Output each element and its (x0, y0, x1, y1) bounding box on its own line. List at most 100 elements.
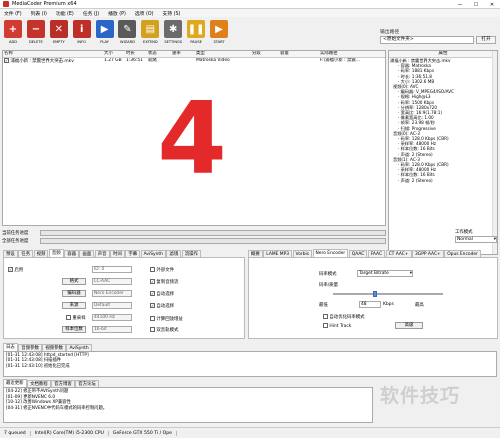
resample-checkbox[interactable]: 重采样 (66, 315, 86, 321)
encoder-tab[interactable]: 概要 (248, 250, 263, 257)
work-mode-select[interactable]: Normal ▾ (455, 236, 497, 243)
encoder-tab[interactable]: CT AAC+ (385, 250, 412, 257)
close-button[interactable]: ✕ (484, 0, 500, 9)
format-button[interactable]: 格式 (62, 278, 86, 285)
settings-tab[interactable]: 滤镜 (166, 250, 182, 257)
source-select[interactable]: Default (92, 302, 132, 309)
play-button[interactable]: ▶ PLAY (94, 18, 116, 48)
menu-play[interactable]: 播放 (P) (108, 10, 126, 17)
bitrate-value-input[interactable]: 48 (359, 301, 381, 308)
news-tab[interactable]: 文档教程 (27, 380, 51, 387)
sample-bits-select[interactable]: 16-bit (92, 326, 132, 333)
source-button[interactable]: 来源 (62, 302, 86, 309)
open-folder-button[interactable]: 打开 (476, 36, 496, 44)
encoder-tab[interactable]: Nero Encoder (312, 249, 349, 257)
output-path-label: 输出路径 (380, 30, 400, 35)
bitrate-slider[interactable] (333, 291, 443, 297)
audio-track-select[interactable]: ID: 0 (92, 266, 132, 273)
resample-select[interactable]: 44100 Hz (92, 314, 132, 321)
start-label: START (213, 40, 225, 44)
output-path-input[interactable]: <原始文件夹> (380, 36, 474, 44)
wizard-button[interactable]: ✎ WIZARD (116, 18, 138, 48)
encoder-tab[interactable]: FAAC (367, 250, 386, 257)
minimize-button[interactable]: — (452, 0, 468, 9)
properties-header: 属性 (389, 51, 497, 58)
menu-support[interactable]: 支持 (S) (163, 10, 181, 17)
log-tab[interactable]: 视频参数 (42, 344, 66, 351)
news-item[interactable]: [04-31] 修正NVENC中代码车模式的码率控制问题。 (6, 406, 370, 412)
properties-scrollbar[interactable] (492, 51, 497, 254)
encoder-tab[interactable]: Vorbis (292, 250, 312, 257)
properties-panel: 属性 浦福小新 : 禁震世界大突击.mkv · 容器: Matroska · 码率:… (388, 50, 498, 255)
log-box: [01-31 12:43:08] httpd_started [HTTP] [01… (3, 351, 497, 377)
menu-function[interactable]: 功能 (E) (56, 10, 74, 17)
settings-tab[interactable]: 预设 (3, 250, 18, 257)
settings-button[interactable]: ✱ SETTINGS (162, 18, 184, 48)
current-progress-label: 当前任务进度 (2, 230, 29, 236)
calc-gain-checkbox[interactable]: 计算回放增益 (150, 316, 183, 322)
log-line: [01-31 12:43:10] 初始化已完成 (6, 363, 70, 369)
slider-thumb[interactable] (373, 291, 378, 297)
watermark: 软件技巧 (380, 385, 461, 407)
info-button[interactable]: i INFO (71, 18, 93, 48)
menu-list[interactable]: 列表 (I) (31, 10, 47, 17)
advanced-button[interactable]: 高级 (395, 322, 423, 329)
chevron-down-icon: ▾ (409, 271, 412, 276)
wizard-label: WIZARD (120, 40, 135, 44)
menu-options[interactable]: 选项 (O) (135, 10, 154, 17)
work-mode-label: 工作模式 (455, 230, 473, 235)
settings-tab[interactable]: 任务 (18, 250, 34, 257)
external-file-checkbox[interactable]: 外部文件 (150, 267, 174, 273)
pause-label: PAUSE (190, 40, 202, 44)
log-tab[interactable]: 日志 (3, 343, 18, 351)
settings-tab[interactable]: 流操作 (181, 250, 201, 257)
news-tab[interactable]: 最近更新 (3, 379, 27, 387)
auto-select-2-checkbox[interactable]: ✓ 自动选择 (150, 303, 174, 309)
settings-icon: ✱ (164, 20, 183, 38)
hint-track-checkbox[interactable]: Hint Track (323, 323, 351, 329)
copy-audio-checkbox[interactable]: ✓ 复制音频流 (150, 279, 178, 285)
start-button[interactable]: ▶ START (208, 18, 230, 48)
enable-audio-checkbox[interactable]: ✓ 启用 (8, 267, 23, 273)
status-queue: 7 queued (0, 430, 31, 436)
add-button[interactable]: + ADD (2, 18, 24, 48)
encoder-select[interactable]: Nero Encoder (92, 290, 132, 297)
settings-tab[interactable]: AviSynth (140, 250, 166, 257)
delete-button[interactable]: − DELETE (25, 18, 47, 48)
log-tab[interactable]: AviSynth (66, 344, 92, 351)
news-tab[interactable]: 官方论坛 (75, 380, 99, 387)
encoder-tab[interactable]: 3GPP AAC+ (412, 250, 444, 257)
pause-button[interactable]: ❚❚ PAUSE (185, 18, 207, 48)
settings-tab[interactable]: 容器 (64, 250, 79, 257)
encoder-tab[interactable]: LAME MP3 (263, 250, 293, 257)
auto-optimize-checkbox[interactable]: 自动优化码率模式 (323, 314, 365, 320)
menu-file[interactable]: 文件 (F) (4, 10, 22, 17)
extend-button[interactable]: ▤ EXTEND (139, 18, 161, 48)
settings-tab[interactable]: 画面 (79, 250, 95, 257)
app-icon (3, 1, 9, 7)
news-tab[interactable]: 官方博客 (51, 380, 75, 387)
settings-tab[interactable]: 视频 (33, 250, 49, 257)
work-mode: 工作模式 Normal ▾ (455, 229, 497, 243)
settings-tab[interactable]: 音频 (48, 249, 64, 257)
rate-mode-select[interactable]: Target Bitrate ▾ (357, 270, 413, 277)
encoder-button[interactable]: 编码器 (62, 290, 86, 297)
sample-bits-button[interactable]: 样本位数 (62, 326, 86, 333)
encoder-tab[interactable]: QAAC (348, 250, 368, 257)
info-icon: i (72, 20, 91, 38)
format-select[interactable]: LC-AAC (92, 278, 132, 285)
encoder-tab[interactable]: Opus Encoder (444, 250, 481, 257)
audio-settings-panel: ✓ 启用 ID: 0 外部文件 格式 LC-AAC ✓ 复制音频流 编码器 Ne… (3, 257, 245, 339)
maximize-button[interactable]: ☐ (468, 0, 484, 9)
news-tabs: 最近更新 文档教程 官方博客 官方论坛 (3, 379, 203, 387)
auto-select-1-checkbox[interactable]: ✓ 自动选择 (150, 291, 174, 297)
settings-tab[interactable]: 声音 (94, 250, 110, 257)
settings-tab[interactable]: 时间 (110, 250, 125, 257)
log-tab[interactable]: 音频参数 (18, 344, 42, 351)
menu-task[interactable]: 任务 (J) (83, 10, 99, 17)
dual-track-checkbox[interactable]: 双音轨模式 (150, 327, 178, 333)
progress-area: 当前任务进度 全部任务进度 (2, 229, 386, 245)
settings-tab[interactable]: 字幕 (125, 250, 141, 257)
empty-button[interactable]: ✕ EMPTY (48, 18, 70, 48)
info-label: INFO (77, 40, 86, 44)
